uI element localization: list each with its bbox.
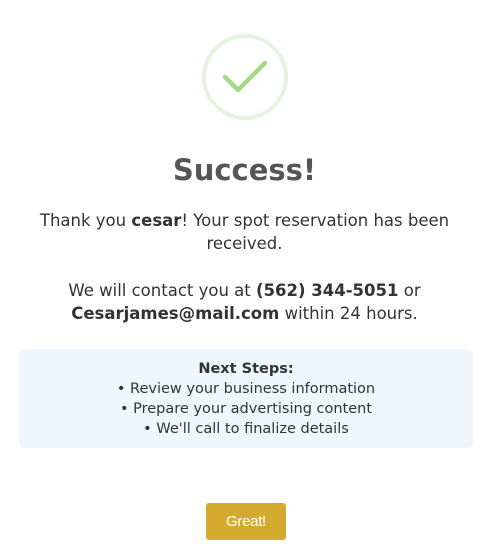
great-button[interactable]: Great! xyxy=(206,503,286,540)
success-title: Success! xyxy=(172,153,317,187)
next-steps-list: • Review your business information • Pre… xyxy=(19,379,473,439)
contact-phone: (562) 344-5051 xyxy=(256,281,399,300)
contact-middle: or xyxy=(398,281,421,300)
next-step-item: • Prepare your advertising content xyxy=(119,401,373,417)
success-dialog: Success! Thank you cesar! Your spot rese… xyxy=(0,0,489,555)
contact-suffix: within 24 hours. xyxy=(279,304,418,323)
message-prefix: Thank you xyxy=(39,211,132,230)
success-badge xyxy=(202,34,288,120)
message-suffix: ! Your spot reservation has been receive… xyxy=(181,211,450,253)
next-steps-panel: Next Steps: • Review your business infor… xyxy=(19,349,473,448)
next-steps-title: Next Steps: xyxy=(198,361,294,377)
contact-message: We will contact you at (562) 344-5051 or… xyxy=(24,279,465,325)
next-step-item: • Review your business information xyxy=(116,381,376,397)
customer-name: cesar xyxy=(131,211,182,230)
contact-prefix: We will contact you at xyxy=(68,281,256,300)
contact-email: Cesarjames@mail.com xyxy=(71,304,280,323)
confirmation-message: Thank you cesar! Your spot reservation h… xyxy=(24,209,465,255)
next-step-item: • We'll call to finalize details xyxy=(143,421,349,437)
checkmark-icon xyxy=(222,60,268,93)
